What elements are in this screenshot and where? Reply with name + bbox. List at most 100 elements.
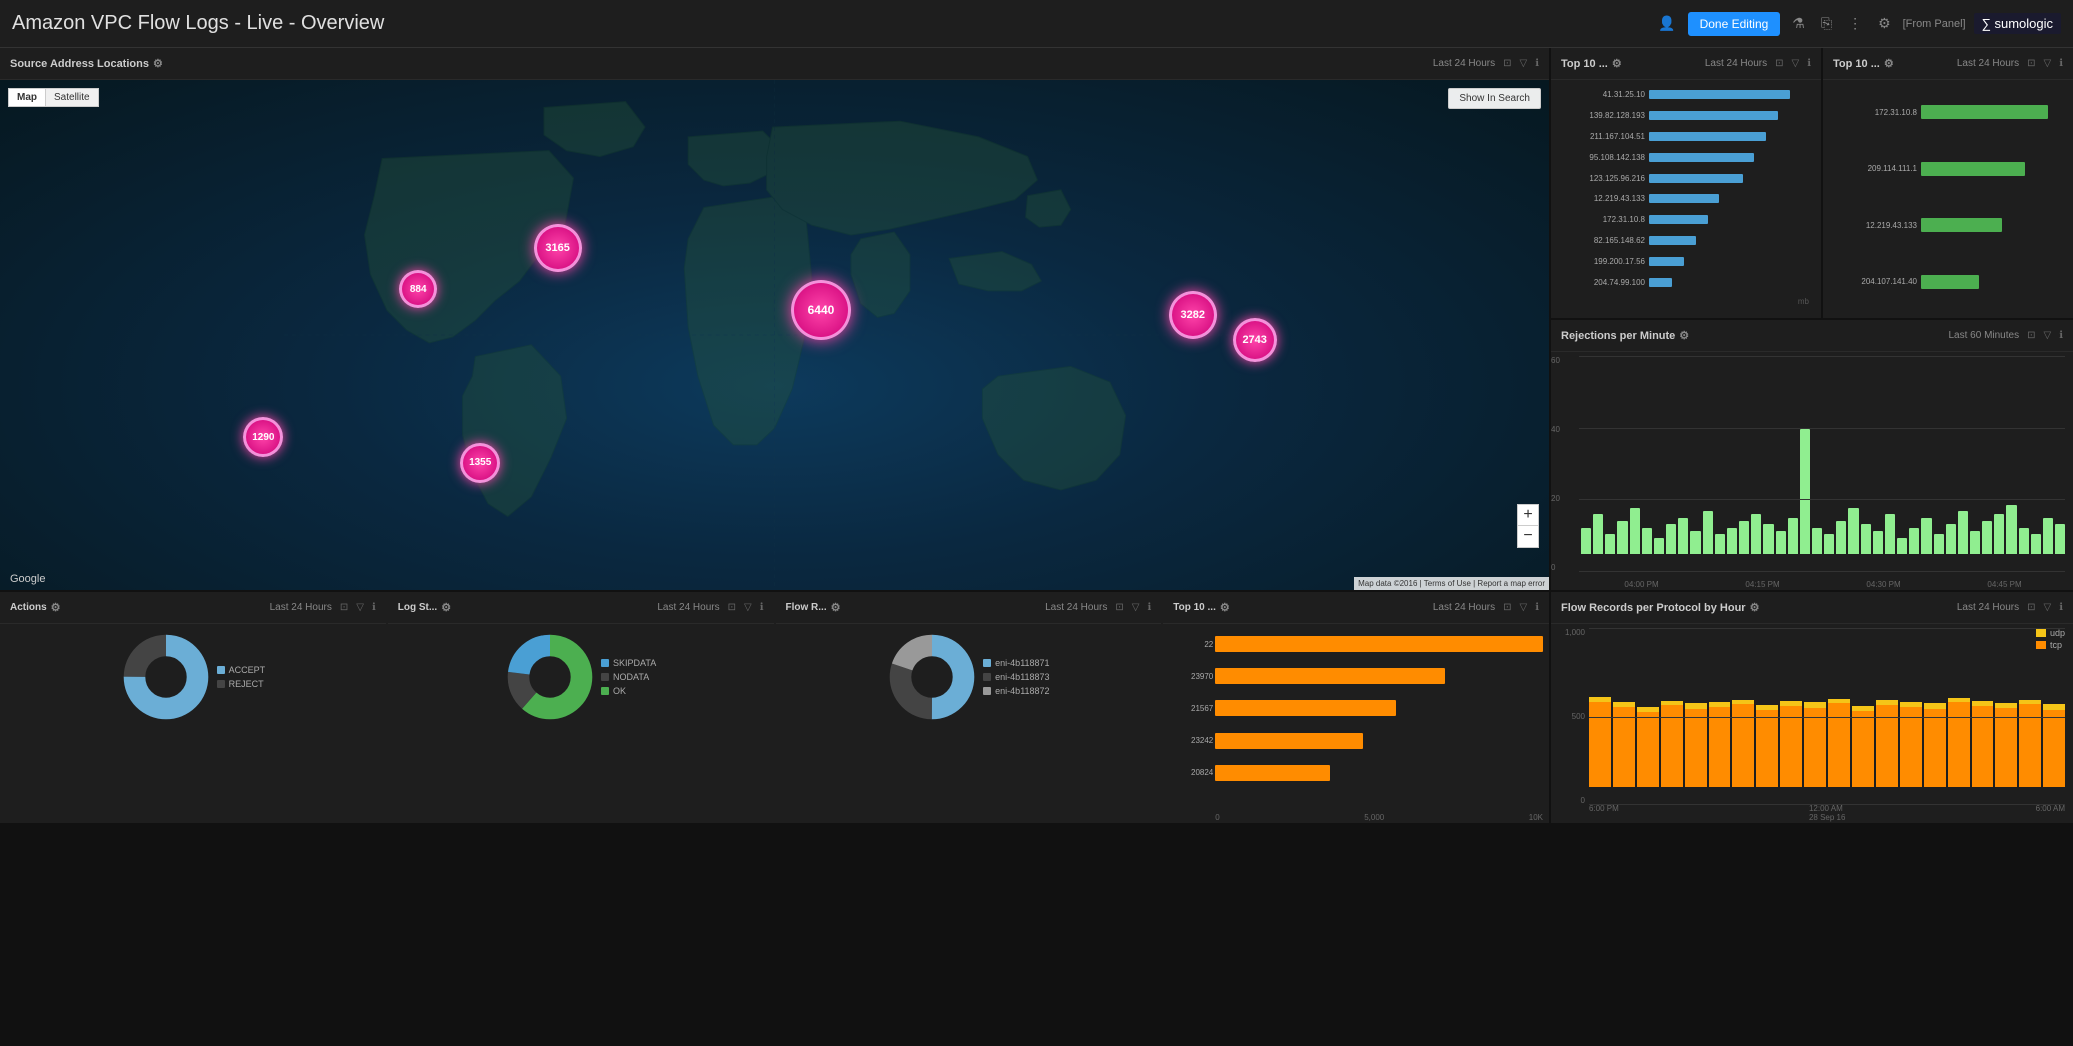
flowhour-info[interactable]: ℹ — [2059, 602, 2063, 613]
t2-export[interactable]: ⊡ — [2027, 58, 2035, 69]
cluster-1355[interactable]: 1355 — [460, 443, 500, 483]
actions-legend-sub: ACCEPT REJECT — [217, 665, 266, 689]
flowhour-export[interactable]: ⊡ — [2027, 602, 2035, 613]
t2-gear[interactable]: ⚙ — [1884, 57, 1894, 70]
rej-export[interactable]: ⊡ — [2027, 330, 2035, 341]
flowhour-filter[interactable]: ▽ — [2043, 602, 2051, 613]
rej-bar — [1921, 518, 1931, 554]
t2-bar-row: 172.31.10.8 — [1827, 102, 2065, 122]
t1-export[interactable]: ⊡ — [1775, 58, 1783, 69]
rej-time: Last 60 Minutes — [1948, 330, 2019, 341]
rej-bar — [1861, 524, 1871, 554]
rej-bar — [1897, 538, 1907, 554]
t2-info[interactable]: ℹ — [2059, 58, 2063, 69]
cluster-3165[interactable]: 3165 — [534, 224, 582, 272]
t2-bar-row: 209.114.111.1 — [1827, 159, 2065, 179]
cluster-884[interactable]: 884 — [399, 270, 437, 308]
flowdonut-sub-info[interactable]: ℹ — [1147, 602, 1151, 613]
rej-bar — [1982, 521, 1992, 554]
map-main-filter[interactable]: ▽ — [1519, 58, 1527, 69]
cluster-1290[interactable]: 1290 — [243, 417, 283, 457]
flowhour-gear[interactable]: ⚙ — [1750, 601, 1760, 614]
rej-bar — [1630, 508, 1640, 554]
port-bar-row: 23970 — [1215, 665, 1543, 687]
t1-info[interactable]: ℹ — [1807, 58, 1811, 69]
rej-bar — [1666, 524, 1676, 554]
top10port-sub-panel: Top 10 ... ⚙ Last 24 Hours ⊡ ▽ ℹ 2223970… — [1163, 592, 1549, 823]
rej-y-labels: 60 40 20 0 — [1551, 356, 1560, 572]
t2-bar-row: 12.219.43.133 — [1827, 215, 2065, 235]
rej-info[interactable]: ℹ — [2059, 330, 2063, 341]
port-bar-row: 23242 — [1215, 730, 1543, 752]
t1-gear[interactable]: ⚙ — [1612, 57, 1622, 70]
more-icon[interactable]: ⋮ — [1844, 13, 1866, 34]
map-main-gear[interactable]: ⚙ — [153, 57, 163, 70]
t1-chart: 41.31.25.10139.82.128.193211.167.104.519… — [1551, 80, 1821, 318]
cluster-3282[interactable]: 3282 — [1169, 291, 1217, 339]
flowdonut-sub-filter[interactable]: ▽ — [1132, 602, 1140, 613]
map-main-header: Source Address Locations ⚙ Last 24 Hours… — [0, 48, 1549, 80]
from-panel-label: [From Panel] — [1903, 18, 1966, 30]
rej-gear[interactable]: ⚙ — [1679, 329, 1689, 342]
log-sub-panel: Log St... ⚙ Last 24 Hours ⊡ ▽ ℹ — [388, 592, 774, 823]
rej-bar — [1812, 528, 1822, 554]
map-tab-satellite-btn[interactable]: Satellite — [46, 88, 99, 107]
rej-bar — [1958, 511, 1968, 554]
done-editing-button[interactable]: Done Editing — [1688, 12, 1781, 36]
rej-bar — [1593, 514, 1603, 554]
flowdonut-sub-export[interactable]: ⊡ — [1115, 602, 1123, 613]
map-svg — [0, 80, 1549, 590]
top10port-sub-export[interactable]: ⊡ — [1503, 602, 1511, 613]
rej-bar — [2006, 505, 2016, 555]
actions-sub-filter[interactable]: ▽ — [356, 602, 364, 613]
map-tab-map-btn[interactable]: Map — [8, 88, 46, 107]
rej-bars — [1581, 356, 2065, 554]
user-icon[interactable]: 👤 — [1654, 13, 1679, 34]
rej-bar — [2055, 524, 2065, 554]
top10port-sub-filter[interactable]: ▽ — [1519, 602, 1527, 613]
log-donut-wrap: SKIPDATA NODATA OK — [388, 624, 774, 730]
actions-sub-gear[interactable]: ⚙ — [51, 601, 61, 614]
page-title: Amazon VPC Flow Logs - Live - Overview — [12, 12, 1644, 35]
log-sub-filter[interactable]: ▽ — [744, 602, 752, 613]
map-main-info[interactable]: ℹ — [1535, 58, 1539, 69]
rej-chart: 60 40 20 0 04:00 PM 04:15 PM 04:30 PM 04… — [1551, 352, 2073, 590]
actions-sub-info[interactable]: ℹ — [372, 602, 376, 613]
t2-filter[interactable]: ▽ — [2043, 58, 2051, 69]
flowdonut-wrap: eni-4b118871 eni-4b118873 eni-4b118872 — [776, 624, 1162, 730]
log-sub-export[interactable]: ⊡ — [728, 602, 736, 613]
flowdonut-sub-gear[interactable]: ⚙ — [831, 601, 841, 614]
rej-bar — [1715, 534, 1725, 554]
header-controls: 👤 Done Editing ⚗ ⎘ ⋮ ⚙ [From Panel] ∑ su… — [1654, 12, 2061, 36]
t1-filter[interactable]: ▽ — [1791, 58, 1799, 69]
actions-sub-export[interactable]: ⊡ — [340, 602, 348, 613]
top10port-sub-gear[interactable]: ⚙ — [1220, 601, 1230, 614]
flowdonut-legend: eni-4b118871 eni-4b118873 eni-4b118872 — [983, 658, 1049, 696]
show-in-search-btn[interactable]: Show In Search — [1448, 88, 1541, 109]
port-bar-row: 20824 — [1215, 762, 1543, 784]
rej-bar — [1873, 531, 1883, 554]
map-content: Map Satellite Show In Search 884 3165 64… — [0, 80, 1549, 590]
zoom-controls: + − — [1517, 504, 1539, 548]
rej-filter[interactable]: ▽ — [2043, 330, 2051, 341]
rej-bar — [1824, 534, 1834, 554]
zoom-out[interactable]: − — [1517, 526, 1539, 548]
rej-bar — [1909, 528, 1919, 554]
cluster-2743[interactable]: 2743 — [1233, 318, 1277, 362]
log-sub-gear[interactable]: ⚙ — [441, 601, 451, 614]
zoom-in[interactable]: + — [1517, 504, 1539, 526]
filter-icon[interactable]: ⚗ — [1788, 13, 1809, 34]
t1-bar-row: 82.165.148.62 — [1555, 234, 1813, 247]
rej-bar — [1703, 511, 1713, 554]
cluster-6440[interactable]: 6440 — [791, 280, 851, 340]
google-text: Google — [10, 573, 45, 585]
settings-icon[interactable]: ⚙ — [1874, 13, 1895, 34]
log-sub-info[interactable]: ℹ — [760, 602, 764, 613]
share-icon[interactable]: ⎘ — [1817, 13, 1836, 34]
top10port-sub-info[interactable]: ℹ — [1535, 602, 1539, 613]
sumo-logo: ∑ sumologic — [1974, 13, 2061, 34]
t1-bar-row: 199.200.17.56 — [1555, 255, 1813, 268]
header: Amazon VPC Flow Logs - Live - Overview 👤… — [0, 0, 2073, 48]
map-panel-main: Source Address Locations ⚙ Last 24 Hours… — [0, 48, 1549, 590]
map-main-export[interactable]: ⊡ — [1503, 58, 1511, 69]
